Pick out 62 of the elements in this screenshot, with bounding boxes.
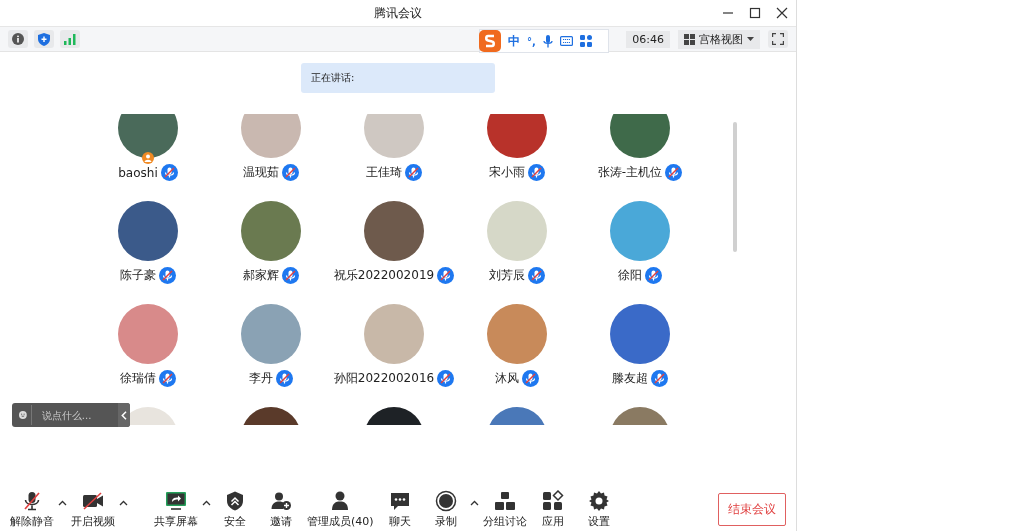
participant-name: 宋小雨 — [489, 164, 525, 181]
caret-icon[interactable] — [58, 500, 67, 506]
chevron-left-icon — [120, 410, 127, 420]
input-mode-toggle[interactable]: 中 — [508, 32, 520, 50]
video-icon — [82, 489, 104, 512]
view-mode-dropdown[interactable]: 宫格视图 — [678, 29, 760, 49]
share-icon — [165, 489, 187, 512]
apps-button[interactable]: 应用 — [530, 489, 575, 529]
maximize-icon[interactable] — [749, 7, 761, 19]
chat-input-field[interactable]: 说点什么... — [30, 405, 114, 425]
participant-name: 李丹 — [249, 370, 273, 387]
record-icon — [434, 489, 457, 512]
breakout-icon — [493, 489, 516, 512]
participant-name: 王佳琦 — [366, 164, 402, 181]
participant-name: 沐风 — [495, 370, 519, 387]
settings-icon — [587, 489, 610, 512]
participant-name: baoshi — [118, 165, 158, 180]
mic-button[interactable]: 解除静音 — [8, 489, 56, 529]
meeting-timer: 06:46 — [626, 30, 670, 48]
grid-icon[interactable] — [579, 35, 592, 47]
participant-name: 温现茹 — [243, 164, 279, 181]
breakout-button[interactable]: 分组讨论 — [480, 489, 529, 529]
members-button[interactable]: 管理成员(40) — [305, 489, 376, 529]
emoji-icon[interactable] — [19, 408, 27, 422]
caret-icon[interactable] — [119, 500, 128, 506]
participant-name: 刘芳辰 — [489, 267, 525, 284]
participant-name: 徐阳 — [618, 267, 642, 284]
chat-button[interactable]: 聊天 — [377, 489, 422, 529]
scrollbar[interactable] — [733, 122, 737, 252]
participant-name: 祝乐2022002019 — [333, 267, 435, 284]
end-meeting-button[interactable]: 结束会议 — [718, 492, 786, 526]
input-method-logo-icon[interactable] — [479, 30, 501, 52]
participant-name: 陈子豪 — [120, 267, 156, 284]
record-button[interactable]: 录制 — [423, 489, 468, 529]
grid-view-icon — [684, 33, 695, 45]
window-title: 腾讯会议 — [374, 4, 422, 22]
keyboard-icon[interactable] — [559, 36, 573, 46]
participant-name: 滕友超 — [612, 370, 648, 387]
collapse-button[interactable] — [117, 403, 130, 427]
punctuation-toggle[interactable]: °, — [527, 35, 536, 47]
participant-name: 孙阳2022002016 — [333, 370, 435, 387]
participant-name: 徐瑞倩 — [120, 370, 156, 387]
settings-button[interactable]: 设置 — [576, 489, 621, 529]
chat-input-bar[interactable]: 说点什么... — [12, 403, 130, 427]
caret-icon — [747, 37, 754, 41]
close-icon[interactable] — [776, 7, 788, 19]
shield-icon[interactable] — [34, 30, 54, 48]
mic-icon — [21, 489, 43, 512]
participant-name: 郝家辉 — [243, 267, 279, 284]
invite-button[interactable]: 邀请 — [259, 489, 303, 529]
security-button[interactable]: 安全 — [213, 489, 257, 529]
apps-icon — [541, 489, 564, 512]
security-icon — [224, 489, 246, 512]
microphone-icon[interactable] — [542, 34, 553, 48]
speaking-indicator: 正在讲话: — [301, 63, 495, 93]
caret-icon[interactable] — [469, 500, 479, 506]
caret-icon[interactable] — [202, 500, 211, 506]
info-icon[interactable] — [8, 30, 28, 48]
fullscreen-icon[interactable] — [768, 30, 788, 48]
share-button[interactable]: 共享屏幕 — [152, 489, 200, 529]
participant-name: 张涛-主机位 — [597, 164, 663, 181]
video-button[interactable]: 开启视频 — [69, 489, 117, 529]
